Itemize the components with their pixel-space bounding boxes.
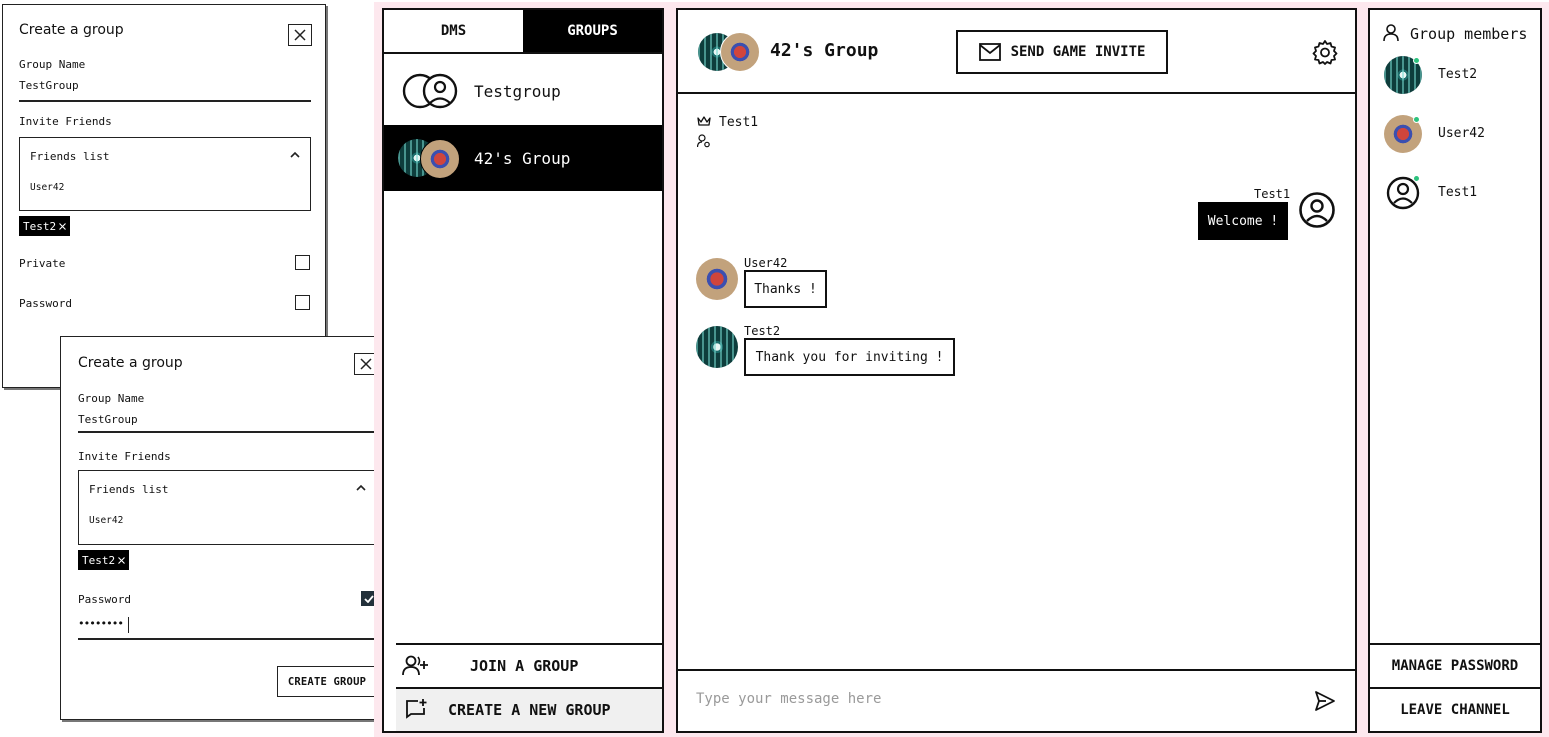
create-group-modal-front: Create a group Group Name TestGroup Invi…: [60, 336, 394, 720]
group-name-input[interactable]: TestGroup: [78, 413, 138, 426]
friends-list-dropdown[interactable]: Friends list User42: [19, 137, 311, 211]
group-icon: [402, 73, 458, 109]
tab-bar: DMS GROUPS: [384, 10, 662, 54]
group-name: 42's Group: [474, 148, 571, 168]
tab-dms[interactable]: DMS: [384, 10, 523, 52]
text-cursor: [128, 617, 129, 633]
members-panel: Group members Test2 User42 Test1 MANAGE …: [1368, 8, 1542, 733]
member-name: Test1: [1438, 185, 1478, 200]
message-author: User42: [744, 256, 788, 270]
selected-friend-chip[interactable]: Test2: [19, 216, 71, 236]
password-input[interactable]: ••••••••: [78, 617, 124, 630]
group-name-underline: [19, 100, 311, 102]
friend-option[interactable]: User42: [30, 182, 64, 193]
password-checkbox[interactable]: [295, 295, 310, 310]
group-name-label: Group Name: [78, 392, 145, 405]
check-icon: [363, 594, 374, 603]
group-name-underline: [78, 431, 377, 433]
message-author: Test2: [744, 324, 781, 338]
leave-channel-button[interactable]: LEAVE CHANNEL: [1370, 687, 1540, 731]
message-bubble: Welcome !: [1198, 202, 1288, 240]
friends-list-label: Friends list: [89, 483, 169, 496]
gear-icon[interactable]: [1312, 39, 1338, 65]
friends-list-label: Friends list: [30, 150, 110, 163]
members-title: Group members: [1410, 25, 1528, 43]
user-circle-icon: [1299, 192, 1335, 228]
create-group-label: CREATE A NEW GROUP: [448, 701, 611, 719]
crown-icon: [697, 116, 711, 126]
modal-title: Create a group: [78, 355, 183, 371]
online-indicator: [1413, 57, 1420, 64]
private-label: Private: [19, 257, 66, 270]
invite-friends-label: Invite Friends: [19, 115, 112, 128]
create-group-button[interactable]: CREATE GROUP: [277, 666, 377, 697]
group-name-label: Group Name: [19, 58, 86, 71]
password-underline: [78, 638, 377, 640]
avatar: [696, 258, 738, 300]
create-group-modal-back: Create a group Group Name TestGroup Invi…: [2, 4, 326, 388]
chevron-up-icon[interactable]: [356, 484, 366, 492]
online-indicator: [1413, 116, 1420, 123]
user-settings-icon[interactable]: [697, 134, 711, 148]
chevron-up-icon[interactable]: [290, 151, 300, 159]
member-item[interactable]: User42: [1384, 115, 1534, 155]
send-game-invite-label: SEND GAME INVITE: [1010, 44, 1146, 60]
message-composer[interactable]: Type your message here: [678, 669, 1355, 731]
group-name-input[interactable]: TestGroup: [19, 79, 79, 92]
online-indicator: [1413, 175, 1420, 182]
member-item[interactable]: Test1: [1384, 174, 1534, 214]
member-name: User42: [1438, 126, 1485, 141]
invite-friends-label: Invite Friends: [78, 450, 171, 463]
group-item-testgroup[interactable]: Testgroup: [384, 58, 662, 124]
avatar: [696, 326, 738, 368]
group-owner-name: Test1: [719, 115, 759, 130]
private-checkbox[interactable]: [295, 255, 310, 270]
remove-icon[interactable]: [118, 556, 126, 564]
selected-friend-chip[interactable]: Test2: [78, 550, 130, 570]
send-game-invite-button[interactable]: SEND GAME INVITE: [956, 30, 1168, 74]
close-icon: [294, 29, 306, 41]
join-group-label: JOIN A GROUP: [470, 657, 579, 675]
password-label: Password: [19, 297, 72, 310]
close-icon: [360, 358, 372, 370]
join-group-button[interactable]: JOIN A GROUP: [396, 643, 662, 687]
add-user-icon: [402, 655, 428, 676]
message-author: Test1: [1254, 187, 1291, 201]
group-item-42s-group[interactable]: 42's Group: [384, 125, 662, 191]
tab-groups[interactable]: GROUPS: [523, 10, 662, 52]
avatar: [720, 32, 760, 72]
modal-title: Create a group: [19, 22, 124, 38]
create-group-button[interactable]: CREATE A NEW GROUP: [396, 687, 662, 731]
close-button[interactable]: [288, 24, 312, 46]
remove-icon[interactable]: [59, 222, 67, 230]
avatar: [420, 139, 460, 179]
add-chat-icon: [406, 699, 427, 719]
chat-panel: 42's Group SEND GAME INVITE Test1 Test1 …: [676, 8, 1357, 733]
password-label: Password: [78, 593, 131, 606]
message-input[interactable]: Type your message here: [696, 691, 881, 707]
send-icon[interactable]: [1314, 690, 1336, 712]
message-bubble: Thanks !: [744, 270, 827, 308]
chip-label: Test2: [82, 553, 116, 567]
member-name: Test2: [1438, 67, 1478, 82]
conversations-panel: DMS GROUPS Testgroup 42's Group JOIN A G…: [382, 8, 664, 733]
message-bubble: Thank you for inviting !: [744, 338, 955, 376]
chat-title: 42's Group: [770, 40, 879, 61]
friend-option[interactable]: User42: [89, 515, 123, 526]
chat-header: 42's Group SEND GAME INVITE: [678, 10, 1355, 94]
member-item[interactable]: Test2: [1384, 56, 1534, 96]
mail-icon: [978, 43, 1001, 61]
group-avatar-stack: [398, 137, 472, 179]
friends-list-dropdown[interactable]: Friends list User42: [78, 470, 377, 545]
user-icon: [1383, 24, 1399, 42]
chip-label: Test2: [23, 219, 57, 233]
manage-password-button[interactable]: MANAGE PASSWORD: [1370, 643, 1540, 687]
group-name: Testgroup: [474, 81, 561, 101]
